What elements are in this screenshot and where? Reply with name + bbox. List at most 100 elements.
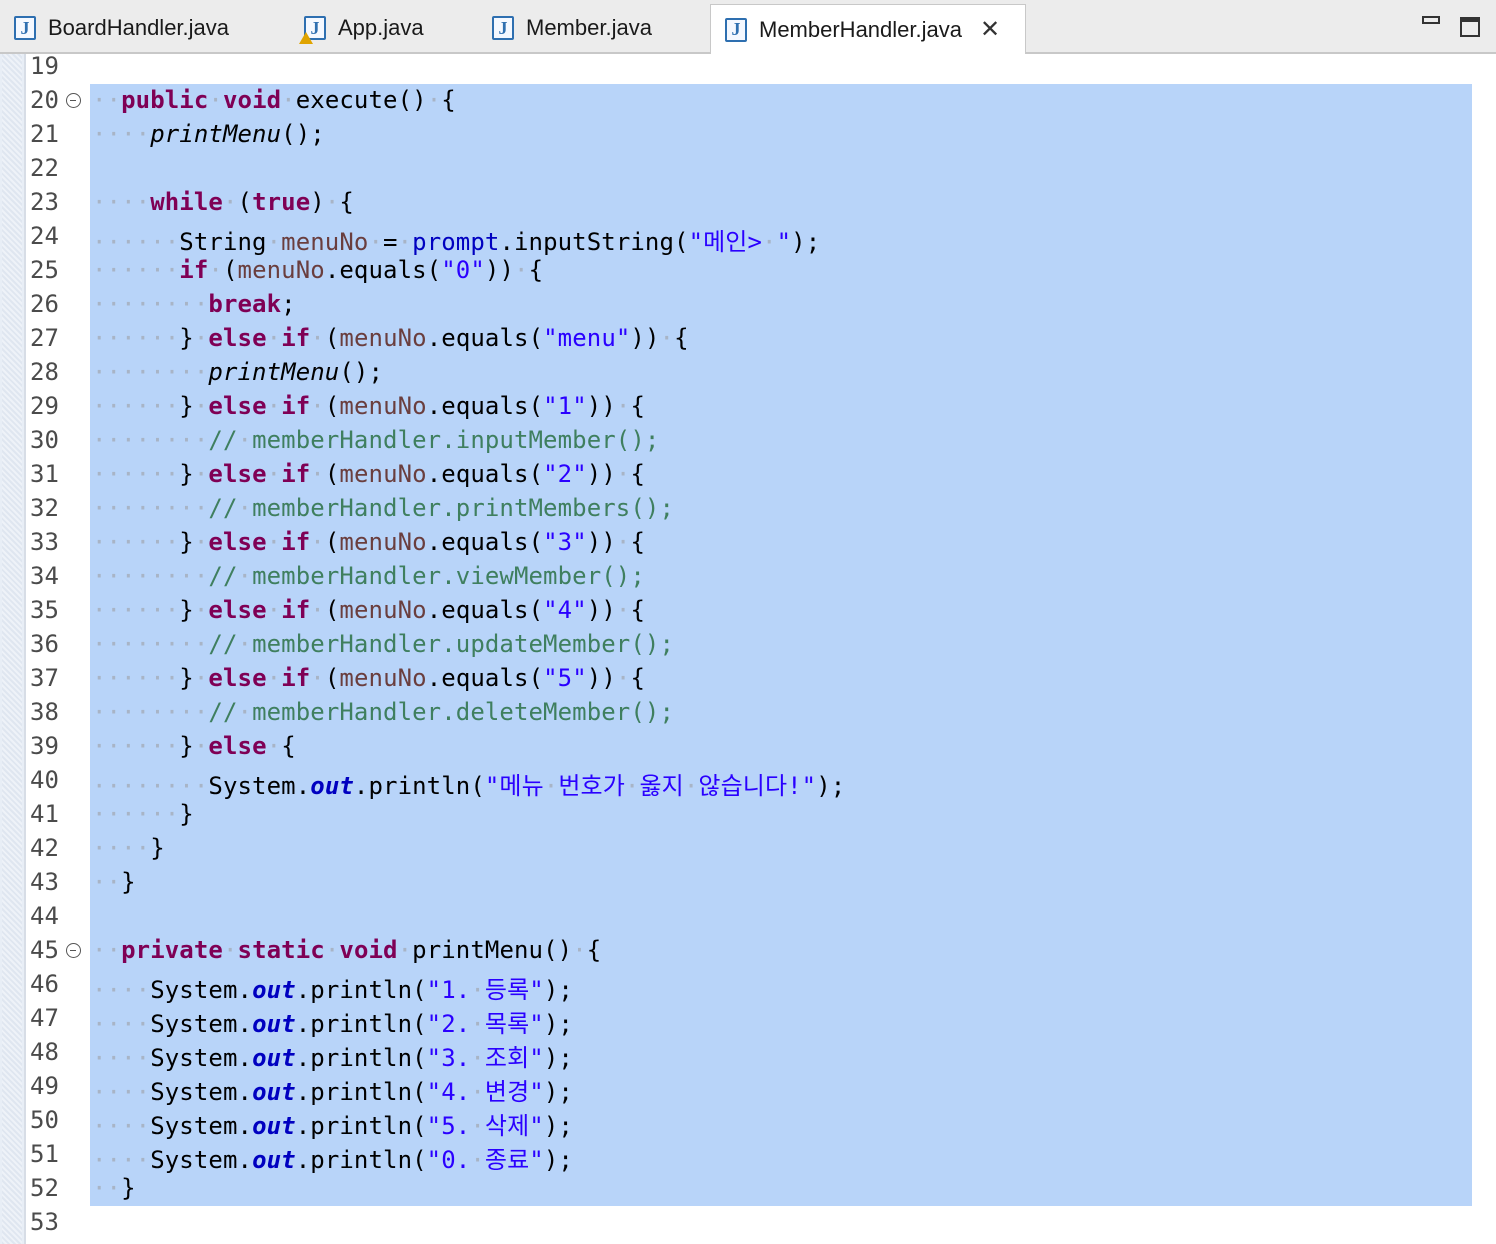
code-text: ········//·memberHandler.viewMember(); xyxy=(92,562,645,590)
code-line[interactable]: 30 ········//·memberHandler.inputMember()… xyxy=(0,424,1496,458)
code-text: ········printMenu(); xyxy=(92,358,384,386)
code-line[interactable]: 53 xyxy=(0,1206,1496,1240)
line-number: 39 xyxy=(30,732,59,760)
code-line[interactable]: 34 ········//·memberHandler.viewMember(); xyxy=(0,560,1496,594)
code-line[interactable]: 24 ······String·menuNo·=·prompt.inputStri… xyxy=(0,220,1496,256)
line-number: 21 xyxy=(30,120,59,148)
line-number: 52 xyxy=(30,1174,59,1202)
code-line[interactable]: 42 ····} xyxy=(0,832,1496,866)
line-number: 30 xyxy=(30,426,59,454)
code-text: ········System.out.println("메뉴·번호가·옳지·않습… xyxy=(92,772,846,800)
tab-app[interactable]: J App.java xyxy=(299,4,424,52)
code-line[interactable]: 39 ······}·else·{ xyxy=(0,730,1496,764)
tab-boardhandler[interactable]: J BoardHandler.java xyxy=(14,4,229,52)
code-line[interactable]: 29 ······}·else·if·(menuNo.equals("1"))·{ xyxy=(0,390,1496,424)
line-number: 31 xyxy=(30,460,59,488)
code-line[interactable]: 47 ····System.out.println("2.·목록"); xyxy=(0,1002,1496,1038)
line-number: 48 xyxy=(30,1038,59,1066)
close-icon[interactable]: ✕ xyxy=(980,15,1000,44)
line-number: 26 xyxy=(30,290,59,318)
line-number: 49 xyxy=(30,1072,59,1100)
collapse-fold-icon[interactable] xyxy=(66,93,81,108)
line-number: 29 xyxy=(30,392,59,420)
code-text: ····System.out.println("0.·종료"); xyxy=(92,1146,573,1174)
code-line[interactable]: 50 ····System.out.println("5.·삭제"); xyxy=(0,1104,1496,1140)
code-line[interactable]: 38 ········//·memberHandler.deleteMember(… xyxy=(0,696,1496,730)
code-line[interactable]: 43 ··} xyxy=(0,866,1496,900)
code-text: ······}·else·if·(menuNo.equals("5"))·{ xyxy=(92,664,646,692)
line-number: 35 xyxy=(30,596,59,624)
code-line[interactable]: 27 ······}·else·if·(menuNo.equals("menu")… xyxy=(0,322,1496,356)
code-text: ····System.out.println("2.·목록"); xyxy=(92,1010,573,1038)
tab-member[interactable]: J Member.java xyxy=(492,4,652,52)
code-line[interactable]: 32 ········//·memberHandler.printMembers(… xyxy=(0,492,1496,526)
line-number: 42 xyxy=(30,834,59,862)
code-line[interactable]: 49 ····System.out.println("4.·변경"); xyxy=(0,1070,1496,1106)
code-line[interactable]: 33 ······}·else·if·(menuNo.equals("3"))·{ xyxy=(0,526,1496,560)
line-number: 23 xyxy=(30,188,59,216)
code-line[interactable]: 37 ······}·else·if·(menuNo.equals("5"))·{ xyxy=(0,662,1496,696)
java-file-icon: J xyxy=(492,16,514,40)
code-line[interactable]: 40 ········System.out.println("메뉴·번호가·옳지·… xyxy=(0,764,1496,800)
code-text: ····} xyxy=(92,834,165,862)
code-text: ······} xyxy=(92,800,194,828)
code-text: ········//·memberHandler.printMembers(); xyxy=(92,494,675,522)
tab-label: App.java xyxy=(338,15,424,40)
code-line[interactable]: 44 xyxy=(0,900,1496,934)
code-text: ······if·(menuNo.equals("0"))·{ xyxy=(92,256,544,284)
code-line[interactable]: 45 ··private·static·void·printMenu()·{ xyxy=(0,934,1496,968)
line-number: 41 xyxy=(30,800,59,828)
code-text: ······}·else·if·(menuNo.equals("menu"))·… xyxy=(92,324,689,352)
code-text: ········//·memberHandler.inputMember(); xyxy=(92,426,660,454)
line-number: 47 xyxy=(30,1004,59,1032)
line-number: 50 xyxy=(30,1106,59,1134)
code-line[interactable]: 20 ··public·void·execute()·{ xyxy=(0,84,1496,118)
code-line[interactable]: 28 ········printMenu(); xyxy=(0,356,1496,390)
code-text: ····System.out.println("1.·등록"); xyxy=(92,976,573,1004)
line-number: 37 xyxy=(30,664,59,692)
line-number: 46 xyxy=(30,970,59,998)
code-line[interactable]: 21 ····printMenu(); xyxy=(0,118,1496,152)
line-number: 33 xyxy=(30,528,59,556)
code-text: ······}·else·if·(menuNo.equals("3"))·{ xyxy=(92,528,646,556)
code-text: ········//·memberHandler.updateMember(); xyxy=(92,630,675,658)
code-text: ········//·memberHandler.deleteMember(); xyxy=(92,698,675,726)
minimize-icon[interactable] xyxy=(1422,16,1440,24)
tab-memberhandler[interactable]: J MemberHandler.java ✕ xyxy=(710,4,1026,54)
code-line[interactable]: 52 ··} xyxy=(0,1172,1496,1206)
code-text: ····System.out.println("3.·조회"); xyxy=(92,1044,573,1072)
editor-tab-bar: J BoardHandler.java J App.java J Member.… xyxy=(0,0,1496,54)
line-number: 44 xyxy=(30,902,59,930)
code-text: ········break; xyxy=(92,290,296,318)
collapse-fold-icon[interactable] xyxy=(66,943,81,958)
code-text: ······}·else·if·(menuNo.equals("2"))·{ xyxy=(92,460,646,488)
line-number: 40 xyxy=(30,766,59,794)
line-number: 19 xyxy=(30,52,59,80)
code-line[interactable]: 35 ······}·else·if·(menuNo.equals("4"))·{ xyxy=(0,594,1496,628)
code-line[interactable]: 31 ······}·else·if·(menuNo.equals("2"))·{ xyxy=(0,458,1496,492)
code-text: ····System.out.println("4.·변경"); xyxy=(92,1078,573,1106)
code-line[interactable]: 51 ····System.out.println("0.·종료"); xyxy=(0,1138,1496,1174)
code-line[interactable]: 48 ····System.out.println("3.·조회"); xyxy=(0,1036,1496,1072)
line-number: 22 xyxy=(30,154,59,182)
code-text: ····printMenu(); xyxy=(92,120,325,148)
java-file-icon: J xyxy=(14,16,36,40)
java-file-warning-icon: J xyxy=(299,16,326,44)
code-text: ··} xyxy=(92,1174,136,1202)
maximize-icon[interactable] xyxy=(1460,17,1480,37)
code-line[interactable]: 25 ······if·(menuNo.equals("0"))·{ xyxy=(0,254,1496,288)
code-text: ··public·void·execute()·{ xyxy=(92,86,456,114)
tab-label: Member.java xyxy=(526,15,652,40)
line-number: 51 xyxy=(30,1140,59,1168)
tab-label: BoardHandler.java xyxy=(48,15,230,40)
code-line[interactable]: 19 xyxy=(0,50,1496,84)
line-number: 43 xyxy=(30,868,59,896)
code-line[interactable]: 22 xyxy=(0,152,1496,186)
code-line[interactable]: 26 ········break; xyxy=(0,288,1496,322)
code-line[interactable]: 36 ········//·memberHandler.updateMember(… xyxy=(0,628,1496,662)
code-text: ··private·static·void·printMenu()·{ xyxy=(92,936,602,964)
code-line[interactable]: 46 ····System.out.println("1.·등록"); xyxy=(0,968,1496,1004)
code-line[interactable]: 41 ······} xyxy=(0,798,1496,832)
code-line[interactable]: 23 ····while·(true)·{ xyxy=(0,186,1496,220)
tab-label: MemberHandler.java xyxy=(759,16,962,42)
